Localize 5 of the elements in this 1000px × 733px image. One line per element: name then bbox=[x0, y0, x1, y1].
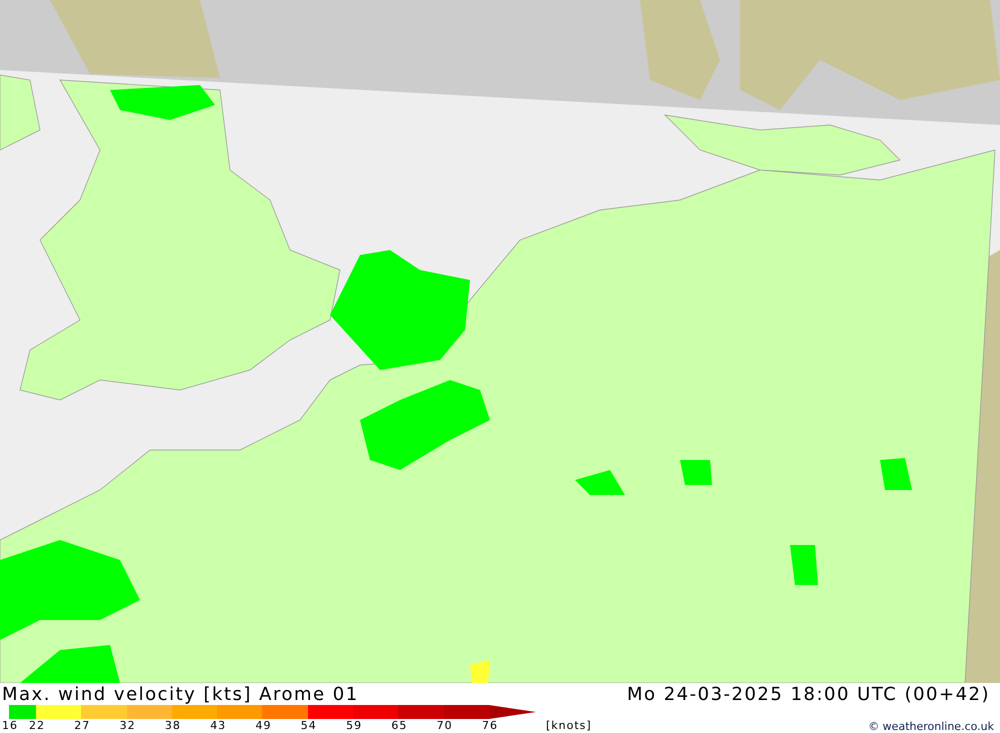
forecast-datetime: Mo 24-03-2025 18:00 UTC (00+42) bbox=[626, 684, 990, 704]
copyright-text: © weatheronline.co.uk bbox=[868, 720, 994, 733]
legend-label: 76 bbox=[482, 719, 499, 732]
map-title: Max. wind velocity [kts] Arome 01 bbox=[2, 684, 359, 704]
legend-unit: [knots] bbox=[546, 719, 592, 732]
